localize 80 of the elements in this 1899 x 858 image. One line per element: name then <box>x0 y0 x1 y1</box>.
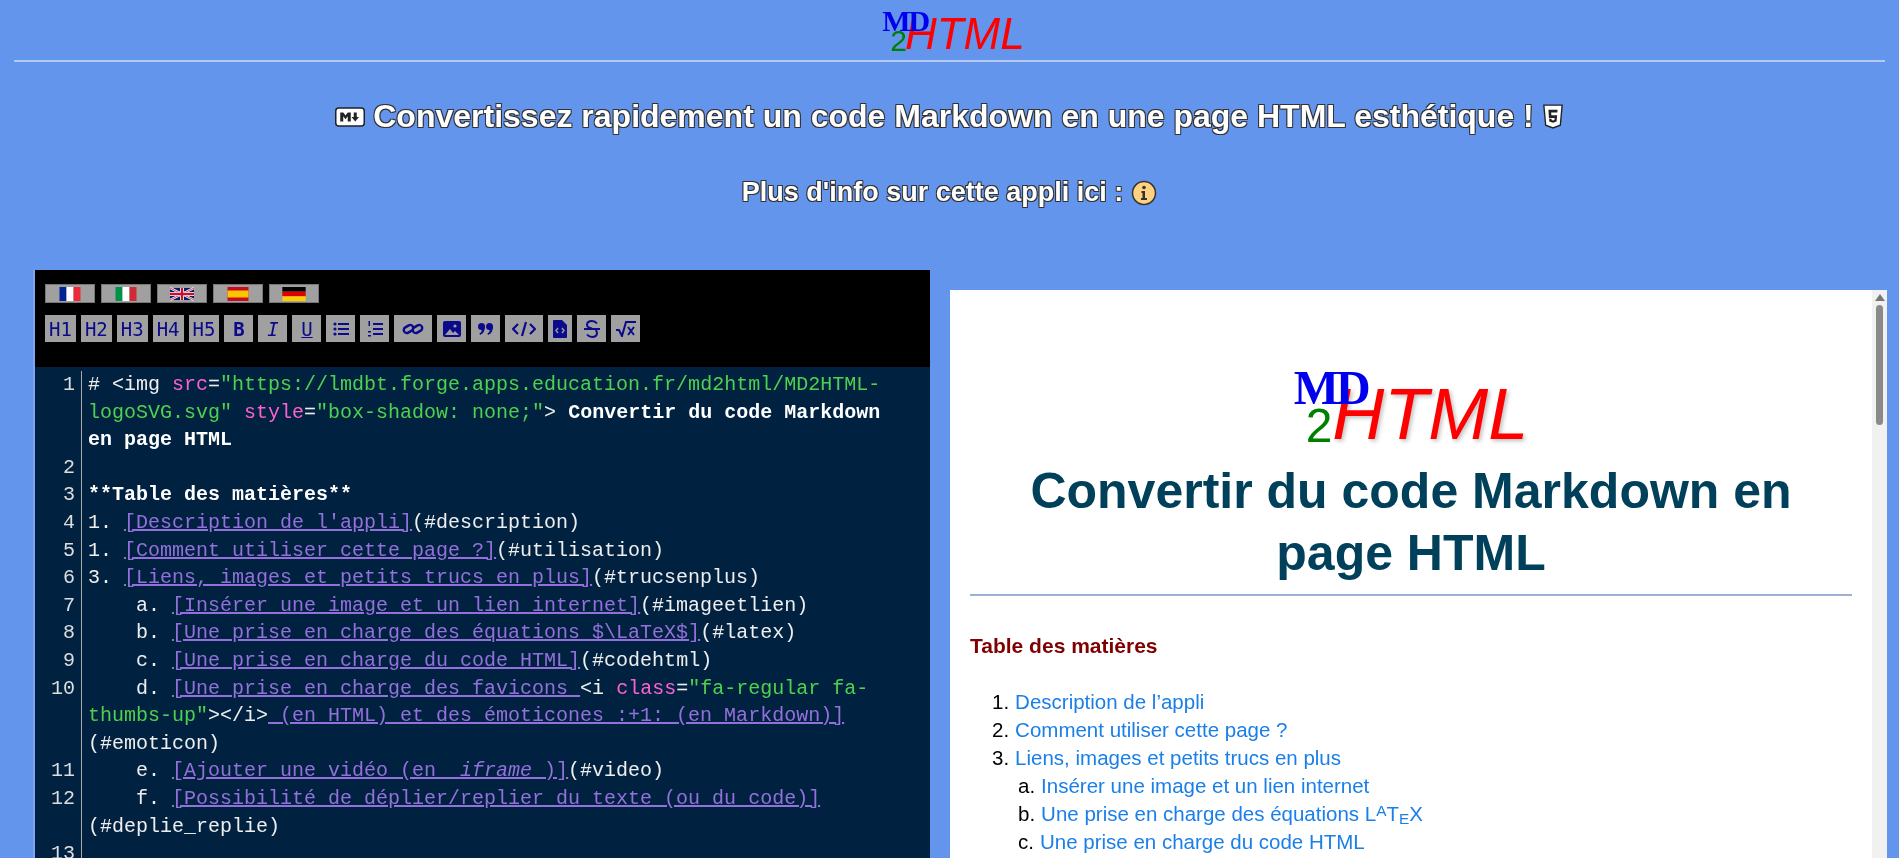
toc-link[interactable]: Une prise en charge des équations L$^{A}$T$_{E}$X <box>1041 800 1423 828</box>
line-number: 11 <box>35 757 82 785</box>
code-line: a. [Insérer une image et un lien internet](#imageetlien) <box>135 593 809 617</box>
code-icon <box>512 320 537 337</box>
language-button[interactable] <box>269 284 319 303</box>
flag-icon <box>226 286 250 301</box>
link-button[interactable] <box>394 315 433 342</box>
scroll-up-icon[interactable] <box>1874 294 1885 301</box>
code-line: f. [Possibilité de déplier/replier du texte (ou du code)] (#deplie_replie) <box>88 786 821 838</box>
line-number: 3 <box>35 481 82 509</box>
list-marker: 2. <box>992 717 1010 743</box>
toc-link[interactable]: Description de l’appli <box>1015 688 1205 716</box>
logo: MD 2HTML <box>881 3 1025 56</box>
code-line: **Table des matières** <box>88 483 353 507</box>
flag-icon <box>58 286 82 301</box>
scrollbar[interactable] <box>1872 290 1887 858</box>
square-root-icon <box>615 320 636 337</box>
quote-button[interactable] <box>471 315 501 342</box>
numbered-list-icon <box>366 320 383 337</box>
line-number: 4 <box>35 508 82 537</box>
preview-heading: Convertir du code Markdown en page HTML <box>1029 462 1793 583</box>
code-line: d. [Une prise en charge des favicons <i class="fa-regular fa-thumbs-up"></i> (en HTML) et des émoticones :+1: (en Markdown)] (#emoticon) <box>88 676 869 755</box>
image-icon <box>442 320 461 337</box>
flag-icon <box>114 286 138 301</box>
code-line: 1. [Comment utiliser cette page ?](#utilisation) <box>88 538 665 562</box>
list-marker: 3. <box>992 745 1010 771</box>
toc-link[interactable]: Insérer une image et un lien internet <box>1041 772 1370 800</box>
info-icon[interactable] <box>1131 179 1158 206</box>
file-code-icon <box>553 319 568 338</box>
code-line: # <img src="https://lmdbt.forge.apps.education.fr/md2html/MD2HTML-logoSVG.svg" style="box-shadow: none;"> Convertir du code Markdown en page HTML <box>88 373 882 452</box>
heading-button[interactable]: H3 <box>116 315 148 342</box>
heading-button[interactable]: H2 <box>80 315 112 342</box>
image-button[interactable] <box>437 315 467 342</box>
line-number: 7 <box>35 591 82 620</box>
strikethrough-icon <box>583 319 600 338</box>
line-number: 9 <box>35 646 82 675</box>
strikethrough-button[interactable] <box>577 315 607 342</box>
line-number: 1 <box>35 371 82 454</box>
line-number: 6 <box>35 564 82 592</box>
line-number: 2 <box>35 453 82 482</box>
list-marker: b. <box>1018 801 1036 827</box>
scrollbar-thumb[interactable] <box>1876 305 1883 425</box>
line-number: 8 <box>35 619 82 647</box>
bullet-list-button[interactable] <box>326 315 356 342</box>
file-code-button[interactable] <box>548 315 573 342</box>
page-title: Convertissez rapidement un code Markdown en une page HTML esthétique ! <box>373 98 1534 135</box>
list-marker: a. <box>1018 773 1036 799</box>
toc-link[interactable]: Comment utiliser cette page ? <box>1015 716 1288 744</box>
toc-link[interactable]: Une prise en charge du code HTML <box>1039 828 1365 856</box>
list-marker: 1. <box>992 689 1010 715</box>
language-button[interactable] <box>157 284 207 303</box>
heading-button[interactable]: H4 <box>152 315 184 342</box>
line-number: 5 <box>35 536 82 565</box>
language-button[interactable] <box>45 284 95 303</box>
line-number: 12 <box>35 784 82 841</box>
underline-button[interactable]: U <box>292 315 322 342</box>
list-marker: c. <box>1018 829 1034 855</box>
bullet-list-icon <box>332 321 349 336</box>
html5-icon <box>1541 103 1564 130</box>
code-line: e. [Ajouter une vidéo (en _iframe_)](#video) <box>135 759 665 783</box>
info-text: Plus d'info sur cette appli ici : <box>741 177 1124 208</box>
code-line: 1. [Description de l'appli](#description) <box>88 510 581 534</box>
toc-link[interactable]: Liens, images et petits trucs en plus <box>1015 744 1341 772</box>
flag-icon <box>282 286 306 301</box>
quote-icon <box>477 322 494 335</box>
heading-button[interactable]: H1 <box>45 315 76 342</box>
markdown-icon <box>335 106 366 127</box>
square-root-button[interactable] <box>611 315 641 342</box>
italic-button[interactable]: I <box>258 315 288 342</box>
bold-button[interactable]: B <box>224 315 254 342</box>
flag-icon <box>170 286 194 301</box>
code-button[interactable] <box>505 315 544 342</box>
numbered-list-button[interactable] <box>360 315 390 342</box>
code-line: b. [Une prise en charge des équations $\LaTeX$](#latex) <box>135 621 797 645</box>
toc-title: Table des matières <box>970 634 1159 658</box>
code-line: c. [Une prise en charge du code HTML](#codehtml) <box>135 648 713 672</box>
logo: MD 2HTML <box>1292 360 1530 450</box>
code-line: 3. [Liens, images et petits trucs en plus](#trucsenplus) <box>88 566 761 590</box>
line-number: 10 <box>35 674 82 758</box>
heading-button[interactable]: H5 <box>188 315 220 342</box>
